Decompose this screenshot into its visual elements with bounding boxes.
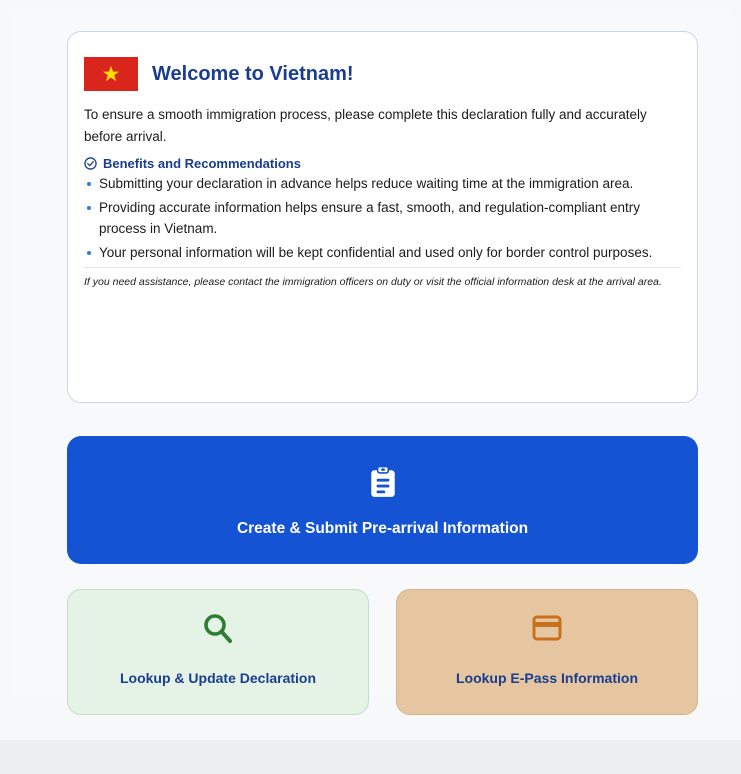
check-circle-icon — [84, 157, 97, 170]
welcome-title: Welcome to Vietnam! — [152, 62, 354, 85]
bullet-dot — [87, 206, 91, 210]
card-icon — [532, 615, 562, 641]
list-item: Providing accurate information helps ens… — [84, 197, 681, 239]
bullet-dot — [87, 251, 91, 255]
footer-strip — [0, 740, 741, 774]
welcome-title-row: Welcome to Vietnam! — [84, 56, 681, 92]
benefit-text: Your personal information will be kept c… — [99, 245, 653, 260]
lookup-update-button[interactable]: Lookup & Update Declaration — [67, 589, 369, 715]
list-item: Submitting your declaration in advance h… — [84, 173, 681, 194]
benefits-heading-label: Benefits and Recommendations — [103, 156, 301, 171]
intro-text: To ensure a smooth immigration process, … — [84, 107, 647, 144]
bullet-dot — [87, 182, 91, 186]
lookup-epass-button[interactable]: Lookup E-Pass Information — [396, 589, 698, 715]
vietnam-flag-icon — [84, 57, 138, 91]
clipboard-icon — [370, 466, 395, 497]
benefit-list: Submitting your declaration in advance h… — [84, 173, 681, 263]
benefit-text: Providing accurate information helps ens… — [99, 200, 641, 236]
divider — [84, 267, 681, 268]
page: Welcome to Vietnam! To ensure a smooth i… — [0, 0, 741, 774]
lookup-update-label: Lookup & Update Declaration — [119, 670, 317, 686]
lookup-epass-label: Lookup E-Pass Information — [455, 670, 638, 686]
create-submit-button[interactable]: Create & Submit Pre-arrival Information — [67, 436, 698, 564]
list-item: Your personal information will be kept c… — [84, 242, 681, 263]
welcome-card: Welcome to Vietnam! To ensure a smooth i… — [67, 31, 698, 403]
star-icon — [102, 65, 120, 82]
search-icon — [204, 614, 232, 643]
create-submit-label: Create & Submit Pre-arrival Information — [236, 520, 529, 537]
assistance-note: If you need assistance, please contact t… — [84, 276, 662, 288]
benefit-text: Submitting your declaration in advance h… — [99, 176, 634, 191]
benefits-heading: Benefits and Recommendations — [84, 156, 681, 171]
